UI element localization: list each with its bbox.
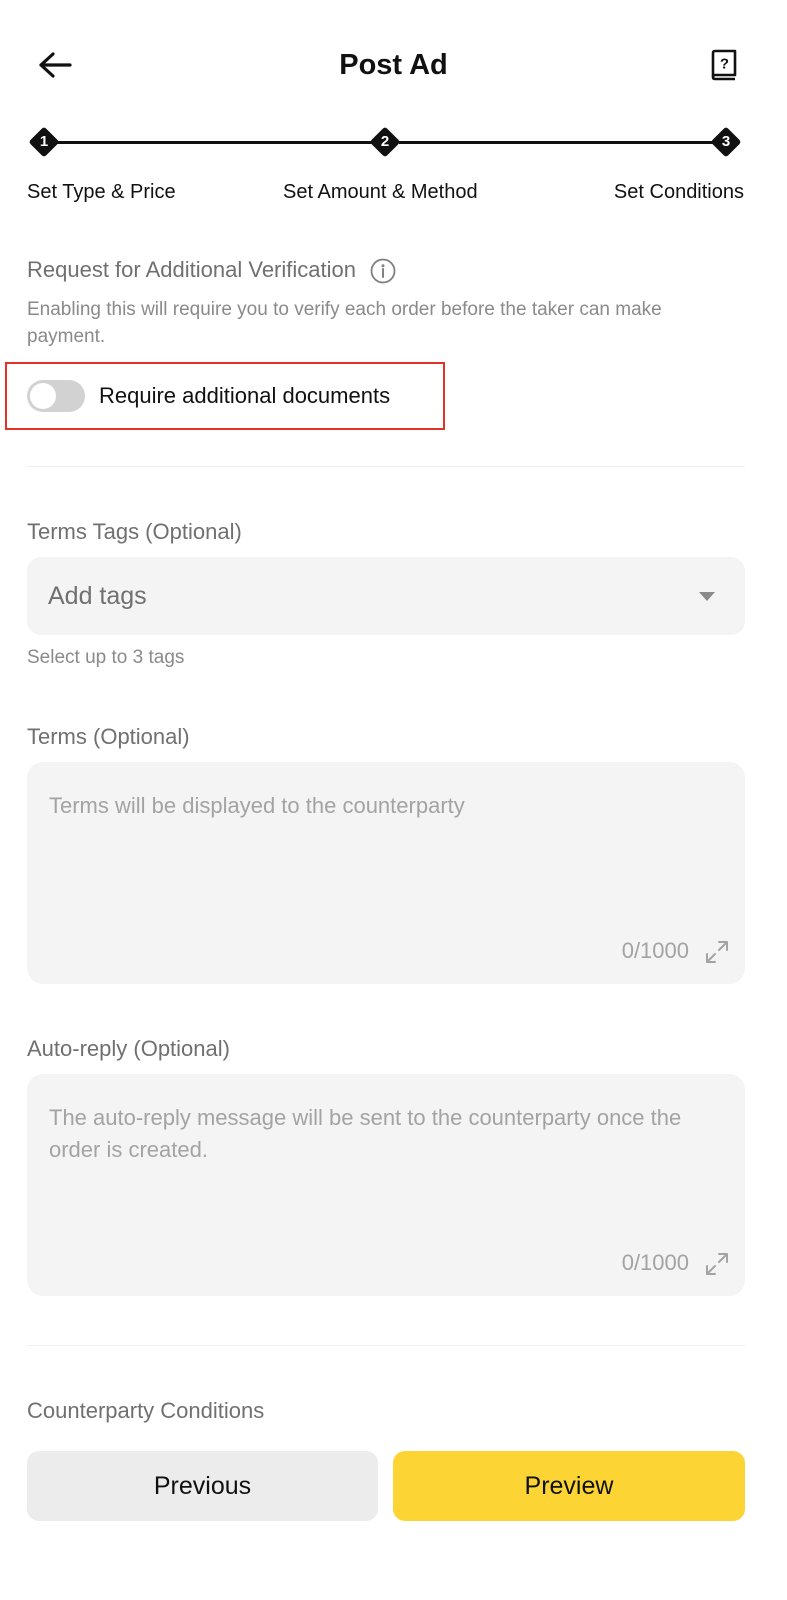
auto-reply-placeholder: The auto-reply message will be sent to t… [49,1105,682,1162]
step-marker-1: 1 [28,126,60,158]
preview-button[interactable]: Preview [393,1451,745,1521]
page-title: Post Ad [339,49,448,81]
top-app-bar: Post Ad ? [0,0,787,130]
section-divider [27,466,745,467]
caret-down-icon [699,592,715,601]
terms-textarea[interactable]: Terms will be displayed to the counterpa… [27,762,745,984]
counterparty-conditions-label: Counterparty Conditions [27,1398,265,1423]
require-documents-toggle[interactable] [27,380,85,412]
terms-tags-select[interactable]: Add tags [27,557,745,635]
step-marker-3: 3 [710,126,742,158]
help-book-icon: ? [711,49,737,81]
terms-tags-placeholder: Add tags [48,581,147,610]
help-button[interactable]: ? [703,44,745,86]
expand-icon[interactable] [703,938,731,966]
terms-tags-label: Terms Tags (Optional) [27,519,242,544]
step-label-2: Set Amount & Method [283,181,478,203]
section-divider [27,1345,745,1346]
step-connector [57,141,375,144]
step-label-3: Set Conditions [613,181,744,203]
toggle-knob [30,383,56,409]
require-documents-row: Require additional documents [5,362,445,430]
require-documents-label: Require additional documents [99,383,391,408]
terms-placeholder: Terms will be displayed to the counterpa… [49,793,465,818]
previous-button[interactable]: Previous [27,1451,378,1521]
terms-tags-hint: Select up to 3 tags [27,647,185,668]
terms-label: Terms (Optional) [27,724,190,749]
step-label-1: Set Type & Price [27,181,176,203]
auto-reply-char-counter: 0/1000 [621,1250,689,1275]
auto-reply-label: Auto-reply (Optional) [27,1036,230,1061]
terms-char-counter: 0/1000 [621,938,689,963]
verification-section-title: Request for Additional Verification [27,256,396,284]
info-icon[interactable] [370,258,396,284]
verification-title-text: Request for Additional Verification [27,257,356,282]
verification-description: Enabling this will require you to verify… [27,299,662,347]
svg-text:?: ? [720,56,729,73]
step-connector [399,141,717,144]
step-marker-2: 2 [369,126,401,158]
expand-icon[interactable] [703,1250,731,1278]
auto-reply-textarea[interactable]: The auto-reply message will be sent to t… [27,1074,745,1296]
bottom-action-bar: Previous Preview [0,1430,787,1600]
progress-stepper: 1 2 3 [27,126,762,160]
